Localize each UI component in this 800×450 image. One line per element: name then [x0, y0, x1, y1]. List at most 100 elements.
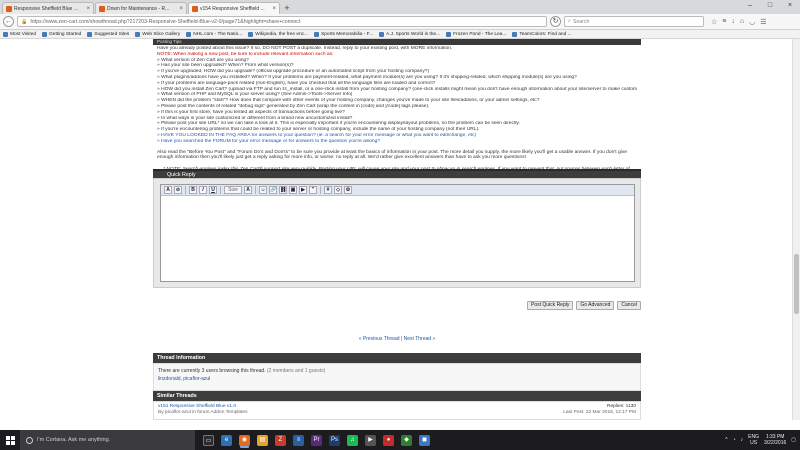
reply-editor: A ⊘ B I U Size A ☺ 🔗 ⛓ ▣ ▶ " # ◇ ⚙ — [160, 184, 635, 282]
bookmark-label: Sports Memorabilia - F... — [321, 31, 374, 37]
image-icon[interactable]: ▣ — [289, 186, 297, 194]
thread-navigation: « Previous Thread | Next Thread » — [153, 336, 641, 342]
bookmark-item[interactable]: Wikipedia, the free enc... — [248, 31, 309, 37]
download-icon[interactable]: ↓ — [731, 18, 735, 26]
browser-tab-2[interactable]: v154 Responsive Sheffield ... × — [188, 2, 280, 14]
media-player-icon[interactable]: ▶ — [365, 434, 376, 446]
file-explorer-icon[interactable]: ▤ — [257, 434, 268, 446]
firefox-icon[interactable]: ◉ — [239, 434, 250, 446]
notifications-icon[interactable]: ▢ — [791, 437, 796, 443]
page-scrollbar[interactable] — [792, 39, 800, 420]
back-arrow-icon[interactable]: ← — [3, 16, 14, 27]
edge-icon[interactable]: e — [221, 434, 232, 446]
home-icon[interactable]: ⌂ — [740, 18, 744, 26]
new-tab-button[interactable]: + — [281, 2, 293, 14]
font-size-select[interactable]: Size — [224, 186, 242, 194]
windows-logo-icon — [5, 435, 15, 445]
app-icon[interactable]: ◆ — [401, 434, 412, 446]
star-icon[interactable]: ☆ — [711, 18, 717, 26]
reply-textarea[interactable] — [163, 198, 632, 280]
cortana-search-box[interactable]: I'm Cortana. Ask me anything. — [20, 430, 195, 450]
minimize-icon[interactable]: – — [740, 0, 760, 12]
language-indicator[interactable]: ENG US — [748, 434, 759, 446]
italic-button[interactable]: I — [199, 186, 207, 194]
editor-toolbar: A ⊘ B I U Size A ☺ 🔗 ⛓ ▣ ▶ " # ◇ ⚙ — [161, 185, 634, 196]
bookmark-item[interactable]: Web Slice Gallery — [135, 31, 181, 37]
html-icon[interactable]: ◇ — [334, 186, 342, 194]
zen-cart-favicon-icon — [99, 5, 105, 12]
smilie-icon[interactable]: ☺ — [259, 186, 267, 194]
search-icon: ⌕ — [568, 18, 571, 24]
remove-format-icon[interactable]: ⊘ — [174, 186, 182, 194]
post-quick-reply-button[interactable]: Post Quick Reply — [527, 301, 574, 310]
browser-tab-0[interactable]: Responsive Sheffield Blue ... × — [2, 2, 94, 14]
bookmark-icon — [135, 31, 141, 37]
start-button[interactable] — [0, 430, 20, 450]
next-thread-link[interactable]: Next Thread » — [404, 336, 436, 342]
app-icon[interactable]: ◼ — [419, 434, 430, 446]
bookmark-item[interactable]: Suggested Sites — [87, 31, 129, 37]
close-icon[interactable]: × — [86, 6, 90, 12]
bookmark-item[interactable]: NHL.com - The Natio... — [186, 31, 242, 37]
bookmark-item[interactable]: Getting Started — [42, 31, 81, 37]
chevron-up-icon[interactable]: ^ — [725, 437, 727, 443]
premiere-icon[interactable]: Pr — [311, 434, 322, 446]
photoshop-icon[interactable]: Ps — [329, 434, 340, 446]
video-icon[interactable]: ▶ — [299, 186, 307, 194]
browser-nav-bar: ← 🔒 https://www.zen-cart.com/showthread.… — [0, 14, 800, 30]
volume-icon[interactable]: ♪ — [741, 437, 744, 443]
pocket-icon[interactable]: ◡ — [749, 18, 755, 26]
previous-thread-link[interactable]: « Previous Thread — [359, 336, 400, 342]
bold-button[interactable]: B — [189, 186, 197, 194]
browsing-users-line: There are currently 3 users browsing thi… — [158, 367, 636, 375]
browser-tab-1[interactable]: Down for Maintenance - R... × — [95, 2, 187, 14]
close-window-icon[interactable]: × — [780, 0, 800, 12]
bookmark-label: Wikipedia, the free enc... — [255, 31, 309, 37]
app-icon[interactable]: ● — [383, 434, 394, 446]
search-input[interactable]: ⌕ Search — [564, 16, 704, 27]
window-controls: – □ × — [740, 0, 800, 12]
forum-search-link[interactable]: » Have you searched the FORUM for your e… — [157, 139, 637, 145]
lock-icon: 🔒 — [21, 18, 28, 25]
similar-thread-meta-row: By picaflor-azul in forum Addon Template… — [158, 410, 636, 416]
network-icon[interactable]: ◔ — [733, 437, 736, 443]
posting-item: » What plugins/addons have you installed… — [157, 74, 577, 80]
bookmark-item[interactable]: Frozen Pond - The Lea... — [446, 31, 506, 37]
app-icon[interactable]: ≡ — [293, 434, 304, 446]
unlink-icon[interactable]: ⛓ — [279, 186, 287, 194]
scrollbar-thumb[interactable] — [794, 254, 799, 314]
link-icon[interactable]: 🔗 — [269, 186, 277, 194]
bookmark-item[interactable]: TeamColors: Find and ... — [512, 31, 572, 37]
go-advanced-button[interactable]: Go Advanced — [576, 301, 615, 310]
bookmarks-bar: Most Visited Getting Started Suggested S… — [0, 30, 800, 39]
spotify-icon[interactable]: ♫ — [347, 434, 358, 446]
reload-icon[interactable]: ↻ — [550, 16, 561, 27]
browsing-count-text: There are currently 3 users browsing thi… — [158, 368, 266, 374]
menu-icon[interactable]: ☰ — [760, 18, 766, 26]
switch-mode-icon[interactable]: A — [164, 186, 172, 194]
bookmark-icon — [186, 31, 192, 37]
maximize-icon[interactable]: □ — [760, 0, 780, 12]
close-icon[interactable]: × — [179, 6, 183, 12]
cancel-button[interactable]: Cancel — [617, 301, 641, 310]
bookmark-item[interactable]: A.J. Sports World is the... — [379, 31, 440, 37]
code-icon[interactable]: # — [324, 186, 332, 194]
reading-list-icon[interactable]: ≡ — [722, 18, 726, 26]
php-icon[interactable]: ⚙ — [344, 186, 352, 194]
bookmark-item[interactable]: Sports Memorabilia - F... — [314, 31, 374, 37]
also-read-text: Also read the "Before You Post" and "For… — [157, 149, 627, 161]
underline-button[interactable]: U — [209, 186, 217, 194]
browser-tab-bar: Responsive Sheffield Blue ... × Down for… — [0, 0, 800, 14]
close-icon[interactable]: × — [272, 6, 276, 12]
quick-reply-header[interactable]: Quick Reply — [153, 169, 641, 178]
bookmark-label: Most Visited — [10, 31, 37, 37]
address-bar[interactable]: 🔒 https://www.zen-cart.com/showthread.ph… — [17, 16, 547, 27]
clock[interactable]: 1:33 PM 3/22/2016 — [764, 434, 786, 446]
font-color-icon[interactable]: A — [244, 186, 252, 194]
task-view-icon[interactable]: ▭ — [203, 434, 214, 446]
bookmark-label: Web Slice Gallery — [142, 31, 181, 37]
filezilla-icon[interactable]: Z — [275, 434, 286, 446]
bookmark-item[interactable]: Most Visited — [3, 31, 37, 37]
quote-icon[interactable]: " — [309, 186, 317, 194]
browsing-users-list[interactable]: linzdonald, picaflor-azul — [158, 375, 636, 383]
